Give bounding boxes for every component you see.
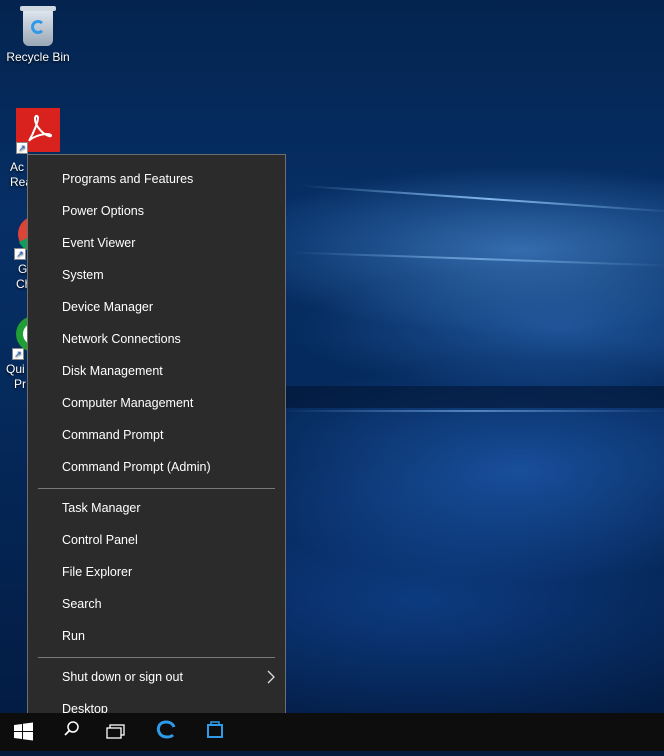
- windows-start-icon[interactable]: [0, 713, 46, 751]
- menu-item-power-options[interactable]: Power Options: [28, 195, 285, 227]
- desktop-icon-recycle-bin[interactable]: Recycle Bin: [2, 6, 74, 64]
- edge-icon[interactable]: [142, 713, 190, 751]
- menu-separator: [38, 488, 275, 489]
- acrobat-reader-icon: ↗: [16, 108, 60, 154]
- shortcut-arrow-icon: ↗: [16, 142, 28, 154]
- menu-item-programs-and-features[interactable]: Programs and Features: [28, 163, 285, 195]
- menu-separator: [38, 657, 275, 658]
- desktop-icon-acrobat-reader[interactable]: ↗ Ac Rea: [0, 108, 72, 189]
- menu-item-device-manager[interactable]: Device Manager: [28, 291, 285, 323]
- menu-item-command-prompt-admin[interactable]: Command Prompt (Admin): [28, 451, 285, 483]
- menu-item-network-connections[interactable]: Network Connections: [28, 323, 285, 355]
- menu-item-run[interactable]: Run: [28, 620, 285, 652]
- menu-item-task-manager[interactable]: Task Manager: [28, 492, 285, 524]
- desktop-icon-label: Recycle Bin: [6, 50, 70, 64]
- shortcut-arrow-icon: ↗: [14, 248, 26, 260]
- chevron-right-icon: [267, 661, 275, 693]
- menu-item-shut-down-or-sign-out[interactable]: Shut down or sign out: [28, 661, 285, 693]
- shortcut-arrow-icon: ↗: [12, 348, 24, 360]
- menu-item-label: Shut down or sign out: [62, 670, 183, 684]
- wallpaper-dark-band: [260, 386, 664, 408]
- menu-item-computer-management[interactable]: Computer Management: [28, 387, 285, 419]
- menu-item-command-prompt[interactable]: Command Prompt: [28, 419, 285, 451]
- menu-item-system[interactable]: System: [28, 259, 285, 291]
- wallpaper-light-streak: [280, 410, 664, 412]
- wallpaper-light-streak: [290, 251, 664, 267]
- menu-item-control-panel[interactable]: Control Panel: [28, 524, 285, 556]
- menu-item-file-explorer[interactable]: File Explorer: [28, 556, 285, 588]
- recycle-bin-icon: [20, 6, 56, 46]
- taskbar: [0, 713, 664, 751]
- wallpaper-light-streak: [300, 184, 664, 214]
- task-view-icon[interactable]: [94, 713, 142, 751]
- winx-context-menu: Programs and Features Power Options Even…: [27, 154, 286, 733]
- menu-item-disk-management[interactable]: Disk Management: [28, 355, 285, 387]
- search-icon[interactable]: [46, 713, 94, 751]
- store-icon[interactable]: [190, 713, 238, 751]
- menu-item-search[interactable]: Search: [28, 588, 285, 620]
- menu-item-event-viewer[interactable]: Event Viewer: [28, 227, 285, 259]
